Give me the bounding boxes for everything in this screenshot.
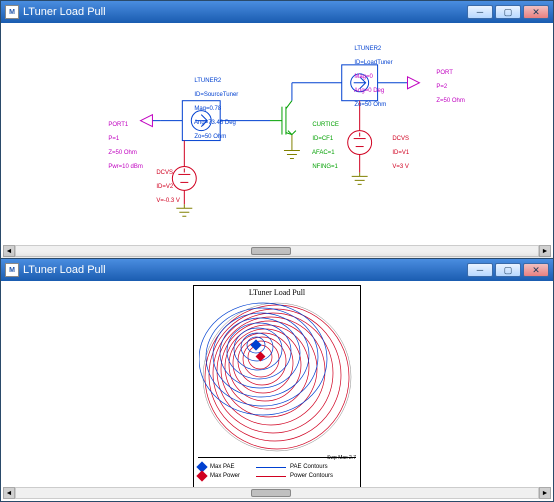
schematic-canvas[interactable]: PORT1 P=1 Z=50 Ohm Pwr=10 dBm LTUNER2 ID… xyxy=(3,23,551,245)
maximize-button[interactable]: ▢ xyxy=(495,263,521,277)
scroll-right-arrow[interactable]: ► xyxy=(539,245,551,257)
legend-max-pae: Max PAE xyxy=(210,464,252,470)
plot-title: LTuner Load Pull xyxy=(194,286,360,299)
scroll-right-arrow[interactable]: ► xyxy=(539,487,551,499)
titlebar[interactable]: M LTuner Load Pull ─ ▢ ✕ xyxy=(1,1,553,23)
sweep-label: Swp Max 2.7 xyxy=(327,455,356,461)
legend-max-power: Max Power xyxy=(210,473,252,479)
window-title: LTuner Load Pull xyxy=(23,6,106,18)
curtice-label: CURTICE ID=CF1 AFAC=1 NFING=1 xyxy=(299,115,339,178)
legend-power-contours: Power Contours xyxy=(290,473,333,479)
scroll-left-arrow[interactable]: ◄ xyxy=(3,487,15,499)
plot-client[interactable]: LTuner Load Pull xyxy=(3,281,551,487)
close-button[interactable]: ✕ xyxy=(523,263,549,277)
minimize-button[interactable]: ─ xyxy=(467,5,493,19)
minimize-button[interactable]: ─ xyxy=(467,263,493,277)
max-power-marker-icon xyxy=(196,470,207,481)
horizontal-scrollbar[interactable]: ◄ ► xyxy=(3,487,551,499)
legend-pae-contours: PAE Contours xyxy=(290,464,328,470)
plot-panel: LTuner Load Pull xyxy=(193,285,361,487)
power-contour-line-icon xyxy=(256,476,286,477)
app-icon: M xyxy=(5,263,19,277)
scroll-left-arrow[interactable]: ◄ xyxy=(3,245,15,257)
port1-label: PORT1 P=1 Z=50 Ohm Pwr=10 dBm xyxy=(95,115,143,178)
window-controls: ─ ▢ ✕ xyxy=(467,263,549,277)
window-title: LTuner Load Pull xyxy=(23,264,106,276)
app-icon: M xyxy=(5,5,19,19)
horizontal-scrollbar[interactable]: ◄ ► xyxy=(3,245,551,257)
lt2-label: LTUNER2 ID=LoadTuner Mag=0 Ang=0 Deg Zo=… xyxy=(341,39,393,116)
titlebar[interactable]: M LTuner Load Pull ─ ▢ ✕ xyxy=(1,259,553,281)
pae-contour-line-icon xyxy=(256,467,286,468)
scroll-track[interactable] xyxy=(15,245,539,257)
port2-label: PORT P=2 Z=50 Ohm xyxy=(423,63,465,112)
plot-legend: Max PAE PAE Contours Max Power Power Con… xyxy=(194,460,360,483)
plot-window: M LTuner Load Pull ─ ▢ ✕ LTuner Load Pul… xyxy=(0,258,554,502)
scroll-thumb[interactable] xyxy=(251,489,291,497)
dcvs1-label: DCVS ID=V2 V=-0.3 V xyxy=(143,163,180,212)
schematic-svg xyxy=(3,23,551,245)
lt1-label: LTUNER2 ID=SourceTuner Mag=0.78 Ang=73.4… xyxy=(181,71,238,148)
close-button[interactable]: ✕ xyxy=(523,5,549,19)
scroll-thumb[interactable] xyxy=(251,247,291,255)
maximize-button[interactable]: ▢ xyxy=(495,5,521,19)
smith-chart xyxy=(199,299,355,455)
dcvs2-label: DCVS ID=V1 V=3 V xyxy=(379,129,409,178)
schematic-window: M LTuner Load Pull ─ ▢ ✕ xyxy=(0,0,554,260)
window-controls: ─ ▢ ✕ xyxy=(467,5,549,19)
scroll-track[interactable] xyxy=(15,487,539,499)
